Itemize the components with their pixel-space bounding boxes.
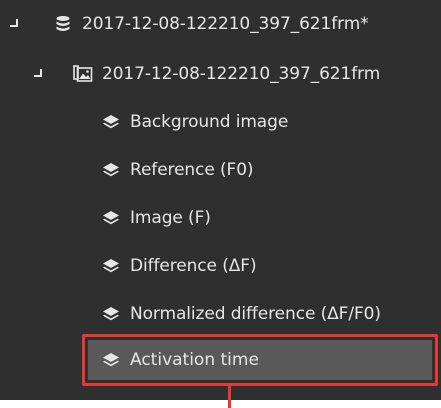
tree-node-group-label: 2017-12-08-122210_397_621frm [102,64,381,84]
layer-tree-panel: 2017-12-08-122210_397_621frm* 2017-12-08… [0,0,441,400]
tree-node-root-label: 2017-12-08-122210_397_621frm* [82,14,369,34]
layer-item-label: Image (F) [130,208,211,228]
collapse-toggle-root[interactable] [10,19,18,27]
layer-item-normalized-difference[interactable]: Normalized difference (ΔF/F0) [100,292,381,336]
layer-item-background-image[interactable]: Background image [100,100,288,144]
layer-item-label: Normalized difference (ΔF/F0) [130,304,381,324]
image-stack-icon [72,63,94,85]
database-icon [52,13,74,35]
layer-item-activation-time[interactable]: Activation time [88,340,432,380]
layer-item-label: Reference (F0) [130,160,254,180]
tree-node-root[interactable]: 2017-12-08-122210_397_621frm* [52,2,369,46]
layer-item-difference[interactable]: Difference (ΔF) [100,244,257,288]
layer-item-image[interactable]: Image (F) [100,196,211,240]
layers-icon [100,159,122,181]
layer-item-label: Activation time [130,350,259,370]
layers-icon [100,207,122,229]
highlight-pointer-line [228,386,231,408]
collapse-toggle-group[interactable] [34,69,42,77]
layers-icon [100,111,122,133]
layer-item-reference[interactable]: Reference (F0) [100,148,254,192]
tree-node-group[interactable]: 2017-12-08-122210_397_621frm [72,52,380,96]
layer-item-label: Difference (ΔF) [130,256,257,276]
layers-icon [100,303,122,325]
selection-highlight-box: Activation time [82,334,438,386]
layers-icon [100,255,122,277]
layers-icon [100,349,122,371]
layer-item-label: Background image [130,112,289,132]
